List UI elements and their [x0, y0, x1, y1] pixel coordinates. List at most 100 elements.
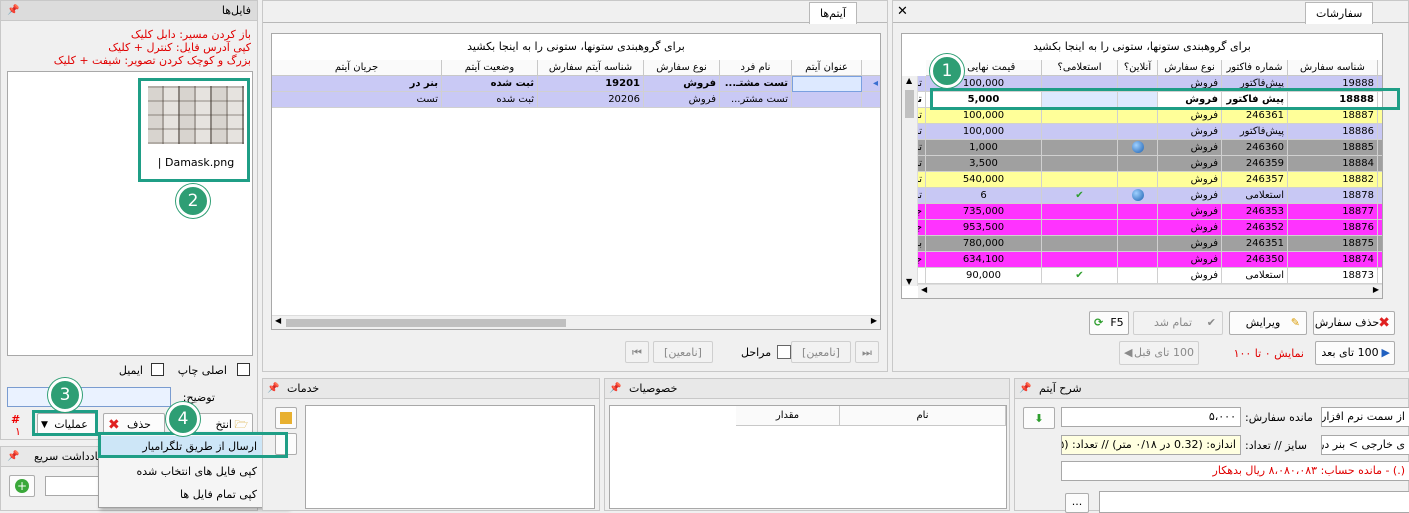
col-item-id[interactable]: شناسه آیتم سفارش: [538, 60, 644, 76]
services-list[interactable]: [305, 405, 595, 509]
prev-100-button[interactable]: ◀ 100 تای قبل: [1119, 341, 1199, 365]
highlight-telegram-item: [98, 432, 288, 458]
add-service-button[interactable]: [275, 407, 297, 429]
hint-copy-address: کپی آدرس فایل: کنترل + کلیک: [108, 41, 251, 54]
scroll-left-icon: ◀: [275, 316, 282, 325]
description-input[interactable]: [7, 387, 171, 407]
done-button[interactable]: ✔ تمام شد: [1133, 311, 1223, 335]
col-item-status[interactable]: وضعیت آیتم: [442, 60, 538, 76]
table-row[interactable]: جا735,000فروش24635318877: [902, 204, 1382, 220]
vertical-scrollbar[interactable]: ▲ ▼: [902, 76, 918, 286]
table-row[interactable]: تس6✔فروشاستعلامی18878: [902, 188, 1382, 204]
col-order-type[interactable]: نوع سفارش: [1158, 60, 1222, 76]
pin-icon[interactable]: 📌: [609, 379, 621, 399]
more-button[interactable]: ...: [1065, 493, 1089, 513]
col-online[interactable]: آنلاین؟: [1118, 60, 1158, 76]
pin-icon[interactable]: 📌: [267, 379, 279, 399]
tab-items[interactable]: آیتم‌ها: [809, 2, 857, 24]
delete-order-button[interactable]: ✖ حذف سفارش: [1313, 311, 1395, 335]
scroll-thumb[interactable]: [286, 319, 566, 327]
orders-grid[interactable]: برای گروهبندی ستونها، ستونی را به اینجا …: [901, 33, 1383, 299]
table-row[interactable]: تس3,500فروش24635918884: [902, 156, 1382, 172]
features-grid[interactable]: نام مقدار: [609, 405, 1007, 509]
col-item-title[interactable]: عنوان آیتم: [792, 60, 862, 76]
showing-range: نمایش ۰ تا ۱۰۰: [1233, 347, 1304, 360]
email-checkbox[interactable]: [151, 363, 164, 376]
cell-item-id: 20206: [538, 92, 644, 108]
col-inquiry[interactable]: استعلامی؟: [1042, 60, 1118, 76]
nav-prev-unknown[interactable]: [نامعین]: [653, 341, 713, 363]
download-button[interactable]: ⬇: [1023, 407, 1055, 429]
cell-inquiry: ✔: [1042, 188, 1118, 204]
cell-order-type: فروش: [1158, 204, 1222, 220]
cell-final-price: 1,000: [926, 140, 1042, 156]
cell-order-id: 18877: [1288, 204, 1378, 220]
table-row[interactable]: تس1,000فروش24636018885: [902, 140, 1382, 156]
pin-icon[interactable]: 📌: [7, 447, 19, 467]
table-row[interactable]: 90,000 ✔ فروش استعلامی 18873: [902, 268, 1382, 284]
category-path-field[interactable]: ی خارجی > بنر درج: [1321, 435, 1409, 455]
table-row[interactable]: تس100,000فروش24636118887: [902, 108, 1382, 124]
cell-order-type: فروش: [644, 76, 720, 92]
cell-order-id: 18887: [1288, 108, 1378, 124]
col-name[interactable]: نام: [840, 406, 1006, 426]
row-indicator: [1378, 140, 1382, 156]
check-icon: ✔: [1075, 190, 1084, 201]
tab-orders[interactable]: سفارشات: [1305, 2, 1374, 24]
nav-first-button[interactable]: ⏮: [625, 341, 649, 363]
pin-icon[interactable]: 📌: [1019, 379, 1031, 399]
horizontal-scrollbar[interactable]: ◀ ▶: [918, 284, 1382, 298]
services-header: 📌 خدمات: [263, 379, 599, 399]
items-grid[interactable]: برای گروهبندی ستونها، ستونی را به اینجا …: [271, 33, 881, 330]
download-icon: ⬇: [1034, 412, 1044, 425]
highlight-file-thumbnail: [138, 78, 250, 182]
refresh-f5-button[interactable]: ⟳ F5: [1089, 311, 1129, 335]
cell-invoice: 246350: [1222, 252, 1288, 268]
step-badge-2: 2: [176, 184, 210, 218]
cell-inquiry: [1042, 108, 1118, 124]
col-person[interactable]: نام فرد: [720, 60, 792, 76]
hint-resize-image: بزرگ و کوچک کردن تصویر: شیفت + کلیک: [53, 54, 251, 67]
orders-panel: سفارشات ✕ برای گروهبندی ستونها، ستونی را…: [892, 0, 1409, 372]
table-row[interactable]: جا634,100فروش24635018874: [902, 252, 1382, 268]
cell-item-status: ثبت شده: [442, 92, 538, 108]
software-source-field[interactable]: از سمت نرم افزار: [1321, 407, 1409, 427]
col-item-flow[interactable]: جریان آیتم: [272, 60, 442, 76]
print-original-checkbox[interactable]: [237, 363, 250, 376]
edit-order-button[interactable]: ✎ ویرایش: [1229, 311, 1307, 335]
col-expand: [1378, 60, 1382, 76]
col-invoice[interactable]: شماره فاکتور: [1222, 60, 1288, 76]
cell-order-id: 18874: [1288, 252, 1378, 268]
next-100-button[interactable]: ▶ 100 تای بعد: [1315, 341, 1395, 365]
cell-online: [1118, 156, 1158, 172]
table-row[interactable]: تس540,000فروش24635718882: [902, 172, 1382, 188]
close-icon[interactable]: ✕: [897, 4, 908, 19]
table-row[interactable]: تست مشتر... فروش 20206 ثبت شده تست: [272, 92, 880, 108]
add-note-button[interactable]: +: [9, 475, 35, 497]
cell-order-type: فروش: [1158, 156, 1222, 172]
cell-inquiry: [1042, 140, 1118, 156]
col-order-type[interactable]: نوع سفارش: [644, 60, 720, 76]
cell-order-type: فروش: [1158, 236, 1222, 252]
remaining-label: مانده سفارش:: [1245, 411, 1313, 424]
menu-item-copy-selected[interactable]: 🗐 کپی فایل های انتخاب شده: [101, 461, 285, 483]
scroll-thumb[interactable]: [905, 90, 914, 118]
menu-item-copy-all[interactable]: 🗐 کپی تمام فایل ها: [101, 484, 285, 506]
col-order-id[interactable]: شناسه سفارش: [1288, 60, 1378, 76]
nav-next-unknown[interactable]: [نامعین]: [791, 341, 851, 363]
table-row[interactable]: جا953,500فروش24635218876: [902, 220, 1382, 236]
item-notes[interactable]: [1099, 491, 1409, 513]
nav-last-button[interactable]: ⏭: [855, 341, 879, 363]
cell-final-price: 6: [926, 188, 1042, 204]
table-row[interactable]: تس100,000فروشپیش‌فاکتور18886: [902, 124, 1382, 140]
col-value[interactable]: مقدار: [736, 406, 840, 426]
files-panel-header: 📌 فایل‌ها: [1, 1, 257, 21]
horizontal-scrollbar[interactable]: ◀ ▶: [272, 315, 880, 329]
scroll-right-icon: ▶: [1372, 285, 1379, 294]
item-desc-panel: 📌 شرح آیتم از سمت نرم افزار مانده سفارش:…: [1014, 378, 1409, 513]
globe-icon: [1131, 141, 1144, 153]
pin-icon[interactable]: 📌: [7, 1, 19, 21]
table-row[interactable]: بو 780,000 فروش 246351 18875: [902, 236, 1382, 252]
table-row[interactable]: ◂ تست مشتـ... فروش 19201 ثبت شده بنر در: [272, 76, 880, 92]
cell-order-id: 18873: [1288, 268, 1378, 284]
